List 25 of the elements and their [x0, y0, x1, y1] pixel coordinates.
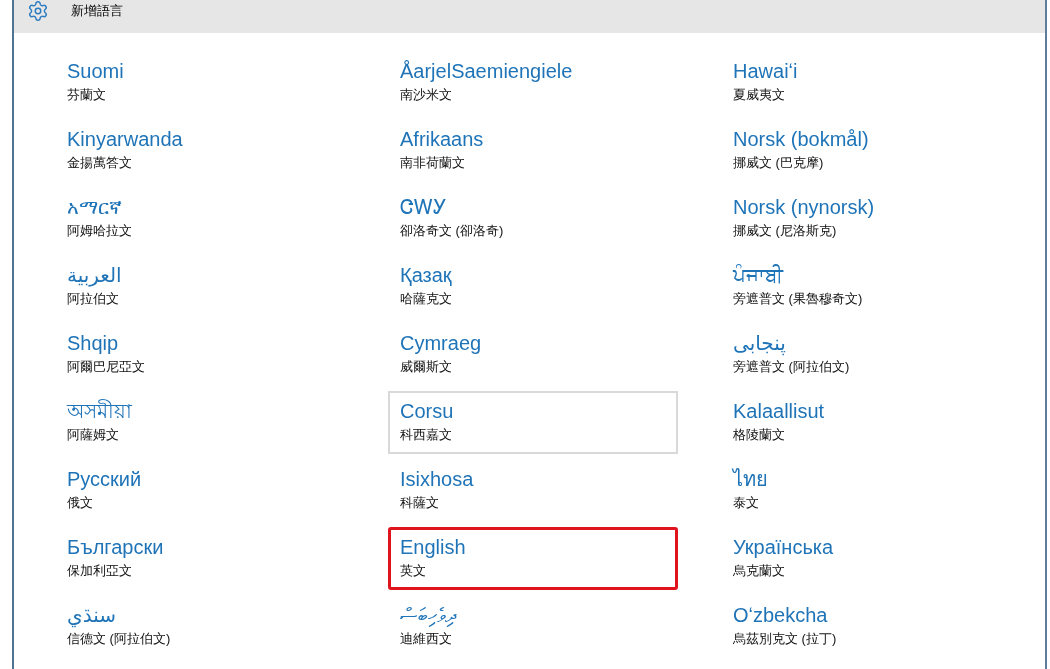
window-title: 新增語言	[71, 2, 123, 20]
language-option[interactable]: Oʻzbekcha 烏茲別克文 (拉丁)	[721, 595, 849, 655]
language-option[interactable]: ᏣᎳᎩ 卻洛奇文 (卻洛奇)	[388, 187, 516, 247]
settings-icon	[27, 0, 49, 22]
language-option[interactable]: Cymraeg 威爾斯文	[388, 323, 494, 383]
language-option[interactable]: Corsu 科西嘉文	[388, 391, 678, 454]
language-option[interactable]: Kinyarwanda 金揚萬答文	[55, 119, 195, 179]
language-option[interactable]: Български 保加利亞文	[55, 527, 176, 587]
language-option[interactable]: ਪੰਜਾਬੀ 旁遮普文 (果魯穆奇文)	[721, 255, 875, 315]
language-option[interactable]: Norsk (bokmål) 挪威文 (巴克摩)	[721, 119, 881, 179]
language-option[interactable]: Isixhosa 科薩文	[388, 459, 486, 519]
language-option[interactable]: Shqip 阿爾巴尼亞文	[55, 323, 157, 383]
language-option[interactable]: Русский 俄文	[55, 459, 154, 519]
language-option[interactable]: Українська 烏克蘭文	[721, 527, 846, 587]
language-option[interactable]: Suomi 芬蘭文	[55, 51, 136, 111]
language-option[interactable]: অসমীয়া 阿薩姆文	[55, 391, 144, 451]
language-option[interactable]: ÅarjelSaemiengiele 南沙米文	[388, 51, 585, 111]
language-option[interactable]: Kalaallisut 格陵蘭文	[721, 391, 837, 451]
language-option[interactable]: Қазақ 哈薩克文	[388, 255, 464, 315]
language-option[interactable]: ไทย 泰文	[721, 459, 780, 519]
language-option[interactable]: Hawaiʻi 夏威夷文	[721, 51, 810, 111]
language-option[interactable]: Norsk (nynorsk) 挪威文 (尼洛斯克)	[721, 187, 887, 247]
language-option[interactable]: Afrikaans 南非荷蘭文	[388, 119, 496, 179]
language-option[interactable]: አማርኛ 阿姆哈拉文	[55, 187, 144, 247]
language-option[interactable]: English 英文	[388, 527, 678, 590]
